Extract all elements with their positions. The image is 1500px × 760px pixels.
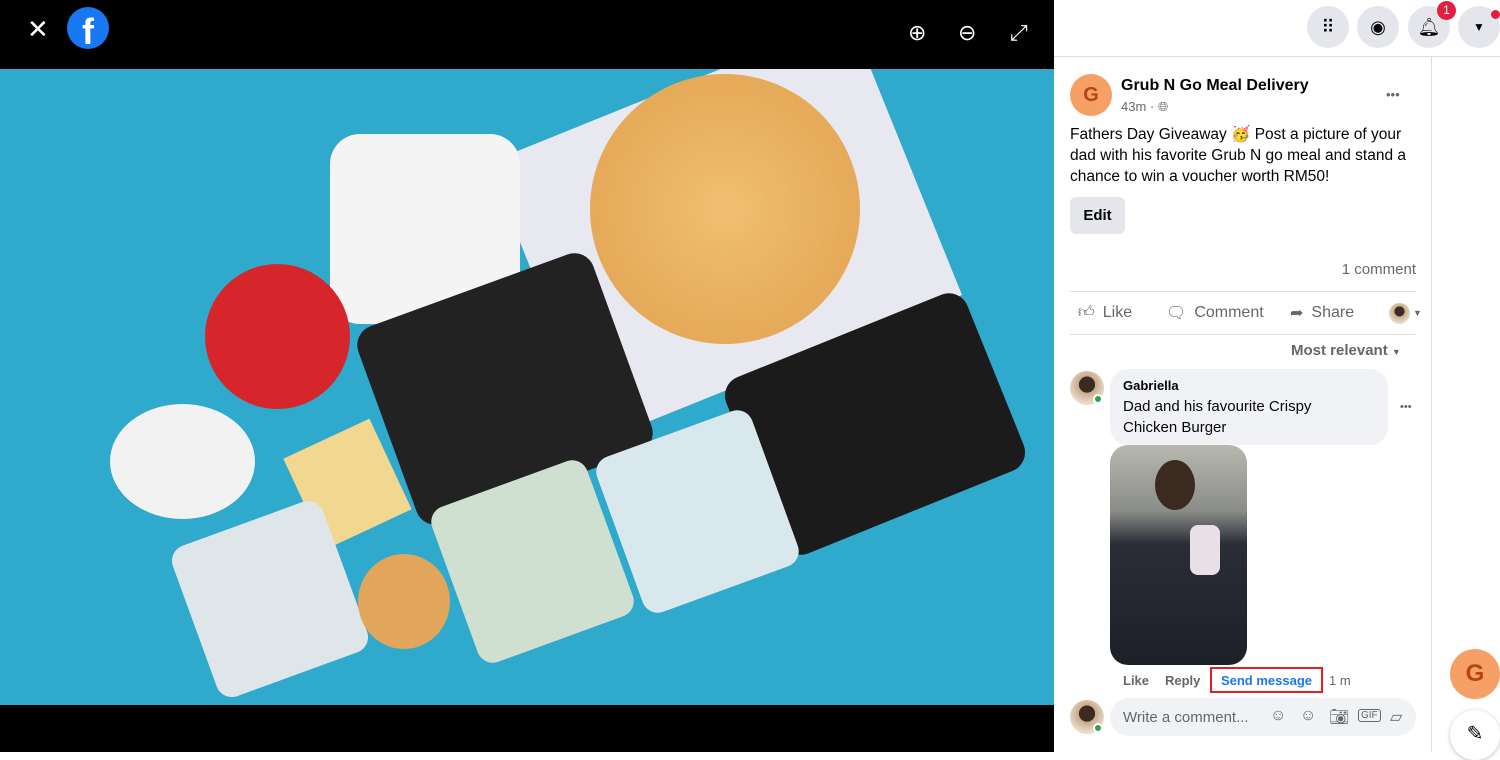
gif-icon[interactable]: GIF	[1358, 709, 1381, 722]
post-photo	[0, 69, 1054, 705]
divider	[1070, 291, 1416, 292]
thumbs-up-icon: 👍︎	[1078, 304, 1095, 321]
sort-dropdown[interactable]: Most relevant ▼	[1291, 342, 1401, 359]
comment-more-button[interactable]: •••	[1400, 401, 1412, 413]
comment-label: Comment	[1194, 304, 1264, 321]
account-caret-icon[interactable]: ▼	[1458, 6, 1500, 48]
top-bar: ⠿ ◉ 🔔︎ 1 ▼	[1054, 0, 1500, 57]
comment-text: Dad and his favourite Crispy Chicken Bur…	[1123, 398, 1312, 436]
new-message-icon[interactable]: ✎	[1450, 710, 1500, 760]
post-time-text: 43m ·	[1121, 99, 1155, 114]
close-icon[interactable]: ✕	[27, 14, 49, 45]
online-indicator	[1093, 723, 1103, 733]
send-message-button[interactable]: Send message	[1210, 667, 1323, 693]
zoom-in-icon[interactable]: ⊕	[908, 20, 926, 46]
like-label: Like	[1102, 303, 1133, 321]
comment-time[interactable]: 1 m	[1329, 673, 1351, 688]
alert-dot	[1491, 10, 1500, 19]
comment-bubble-icon: 🗨︎	[1166, 305, 1187, 322]
avatar-sticker-icon[interactable]: ☺	[1270, 707, 1286, 725]
chat-head-avatar[interactable]: G	[1450, 649, 1500, 699]
like-button[interactable]: 👍︎ Like	[1078, 303, 1132, 322]
emoji-icon[interactable]: ☺	[1300, 707, 1316, 725]
divider	[1070, 334, 1416, 335]
share-label: Share	[1311, 304, 1355, 321]
comment-placeholder: Write a comment...	[1123, 709, 1249, 726]
edit-button[interactable]: Edit	[1070, 197, 1125, 234]
person-head	[1155, 460, 1195, 510]
online-indicator	[1093, 394, 1103, 404]
comment-input[interactable]: Write a comment... ☺ ☺ 📷︎ GIF ▱	[1110, 698, 1416, 736]
globe-icon: 🌐︎	[1157, 99, 1169, 114]
sort-label: Most relevant	[1291, 342, 1388, 359]
sticker-icon[interactable]: ▱	[1390, 707, 1402, 727]
post-more-button[interactable]: •••	[1386, 87, 1400, 102]
post-text: Fathers Day Giveaway 🥳 Post a picture of…	[1070, 126, 1407, 185]
photo-viewer: ✕ f ⊕ ⊖ ⤢	[0, 0, 1054, 752]
page-avatar[interactable]: G	[1070, 74, 1112, 116]
post-panel: ⠿ ◉ 🔔︎ 1 ▼ G Grub N Go Meal Delivery 43m …	[1054, 0, 1500, 760]
comment-author[interactable]: Gabriella	[1123, 378, 1179, 393]
divider	[1431, 57, 1432, 752]
notifications-bell-icon[interactable]: 🔔︎ 1	[1408, 1, 1456, 48]
share-arrow-icon: ➦	[1290, 305, 1304, 322]
comment-button[interactable]: 🗨︎ Comment	[1166, 303, 1264, 323]
post-time[interactable]: 43m · 🌐︎	[1121, 99, 1168, 115]
post-author[interactable]: Grub N Go Meal Delivery	[1121, 77, 1309, 95]
profile-selector-avatar[interactable]	[1389, 303, 1410, 324]
burger-wrapper	[1190, 525, 1220, 575]
fullscreen-icon[interactable]: ⤢	[1010, 20, 1028, 46]
send-message-label: Send message	[1220, 672, 1313, 688]
camera-icon[interactable]: 📷︎	[1329, 707, 1349, 727]
zoom-out-icon[interactable]: ⊖	[958, 20, 976, 46]
comment-like-button[interactable]: Like	[1123, 673, 1149, 688]
caret-down-icon[interactable]: ▼	[1413, 308, 1422, 318]
caret-down-icon: ▼	[1391, 347, 1401, 357]
messenger-icon[interactable]: ◉	[1357, 6, 1399, 48]
menu-grid-icon[interactable]: ⠿	[1307, 6, 1349, 48]
facebook-logo[interactable]: f	[67, 7, 109, 49]
share-button[interactable]: ➦ Share	[1290, 303, 1354, 323]
comment-photo[interactable]	[1110, 445, 1247, 665]
comment-reply-button[interactable]: Reply	[1165, 673, 1200, 688]
notification-badge: 1	[1437, 1, 1456, 20]
comment-count[interactable]: 1 comment	[1342, 261, 1416, 278]
